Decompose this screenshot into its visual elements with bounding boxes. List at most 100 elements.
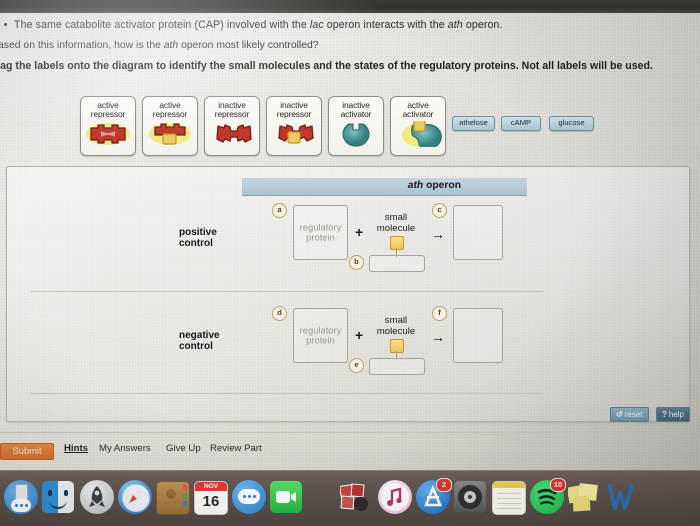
card-caption: active activator (402, 100, 434, 120)
tag-b: b (349, 255, 364, 270)
dock-item-launchpad[interactable] (80, 480, 114, 514)
question-bullet: The same catabolite activator protein (C… (4, 19, 700, 31)
operon-title-rest: operon (423, 180, 461, 191)
label-card-inactive-repressor-1[interactable]: inactive repressor (204, 96, 260, 156)
dock-item-messages-blue[interactable] (4, 480, 38, 514)
tag-c: c (432, 203, 447, 218)
row-label-negative: negative control (179, 330, 220, 352)
activator-active-icon (391, 119, 445, 149)
hints-link[interactable]: Hints (64, 443, 88, 454)
bullet-text-3: operon. (462, 19, 503, 31)
dropzone-b-small-molecule[interactable] (369, 255, 425, 272)
label-card-active-repressor-2[interactable]: active repressor (142, 96, 198, 156)
operon-title-bar: ath operon (242, 178, 527, 196)
safari-icon (118, 480, 152, 514)
bullet-text-2: operon interacts with the (323, 19, 448, 31)
bullet-text-1: The same catabolite activator protein (C… (14, 19, 310, 31)
dropzone-c-product[interactable] (453, 205, 503, 260)
photographed-screen: The same catabolite activator protein (C… (0, 0, 700, 526)
itunes-icon (378, 480, 412, 514)
footer-divider (0, 432, 700, 433)
small-molecule-label-positive: small molecule (376, 212, 416, 234)
diagram-panel: ath operon positive control a regulatory… (6, 166, 690, 422)
row-positive-control: positive control a regulatory protein + … (7, 197, 689, 285)
small-molecule-label-negative: small molecule (376, 315, 416, 337)
submit-button[interactable]: Submit (0, 443, 54, 460)
card-caption: inactive repressor (276, 100, 312, 120)
dock-item-app-store[interactable]: 2 (416, 478, 452, 514)
question-mark-icon: ? (661, 410, 667, 419)
messages-blue-icon (4, 480, 38, 514)
help-button[interactable]: ? help (655, 407, 690, 422)
bullet-dot (4, 23, 7, 26)
card-caption: active repressor (90, 100, 126, 120)
tag-f: f (432, 306, 447, 321)
activator-inactive-icon (329, 121, 383, 147)
dock-item-contacts[interactable] (156, 480, 190, 515)
question-prompt: ased on this information, how is the ath… (0, 40, 700, 51)
label-card-active-repressor-1[interactable]: active repressor (80, 96, 136, 156)
tag-d: d (272, 306, 287, 321)
repressor-active-bound-icon (143, 121, 197, 147)
tool-buttons: ↺ reset ? help (607, 404, 690, 422)
spotify-badge: 10 (550, 478, 566, 492)
facetime-icon (270, 481, 302, 513)
reset-button[interactable]: ↺ reset (610, 407, 649, 422)
notes-icon (492, 481, 526, 515)
dock-item-itunes[interactable] (378, 480, 412, 514)
system-preferences-icon (454, 481, 486, 513)
calendar-icon: NOV 16 (194, 481, 228, 515)
dock-item-notes[interactable] (492, 480, 526, 515)
row-divider (31, 291, 543, 292)
label-card-active-activator[interactable]: active activator (390, 96, 446, 156)
dock-item-photo-booth[interactable] (340, 480, 374, 514)
app-store-badge: 2 (436, 478, 452, 492)
help-label: help (668, 410, 684, 419)
arrow-negative: → (431, 329, 445, 345)
reset-label: reset (624, 410, 643, 419)
launchpad-icon (80, 480, 114, 514)
prompt-italic-ath: ath (163, 40, 179, 51)
calendar-day: 16 (202, 493, 220, 510)
plus-sign-positive: + (355, 224, 364, 240)
dropzone-e-small-molecule[interactable] (369, 358, 425, 375)
plus-sign-negative: + (355, 327, 364, 343)
dropzone-d-regulatory-protein[interactable]: regulatory protein (293, 308, 348, 363)
label-chip-athelose[interactable]: athelose (452, 116, 495, 131)
dock-item-stickies[interactable] (568, 480, 602, 514)
dock-item-word[interactable] (606, 480, 640, 514)
repressor-active-icon (81, 121, 135, 147)
bullet-italic-lac: lac (309, 19, 324, 31)
dock-item-spotify[interactable]: 10 (530, 478, 566, 514)
my-answers-link[interactable]: My Answers (99, 443, 151, 454)
reset-icon: ↺ (616, 410, 623, 419)
dock-item-safari[interactable] (118, 480, 152, 514)
label-chip-glucose[interactable]: glucose (549, 116, 594, 131)
stickies-icon (568, 481, 600, 513)
card-caption: inactive activator (340, 100, 372, 120)
screen-bezel (0, 0, 700, 13)
contacts-icon (156, 481, 190, 515)
give-up-link[interactable]: Give Up (166, 443, 201, 454)
label-chip-camp[interactable]: cAMP (501, 116, 541, 131)
row-negative-control: negative control d regulatory protein + … (7, 300, 689, 388)
dock-item-calendar[interactable]: NOV 16 (194, 480, 228, 515)
dock-item-finder[interactable] (42, 480, 76, 514)
dropzone-placeholder: regulatory protein (299, 323, 342, 346)
prompt-text-2: operon most likely controlled? (178, 40, 319, 51)
label-card-inactive-activator[interactable]: inactive activator (328, 96, 384, 156)
photo-booth-icon (340, 481, 372, 513)
dropzone-a-regulatory-protein[interactable]: regulatory protein (293, 205, 348, 260)
tag-e: e (349, 358, 364, 373)
label-bank: active repressor active repressor inacti… (0, 96, 700, 158)
dock-item-facetime[interactable] (270, 480, 304, 514)
dropzone-f-product[interactable] (453, 308, 503, 363)
dock-item-messages[interactable] (232, 480, 266, 514)
dock-item-system-preferences[interactable] (454, 480, 488, 514)
operon-title: ath operon (408, 180, 461, 191)
tag-a: a (272, 203, 287, 218)
repressor-inactive-bound-icon (267, 121, 321, 147)
card-caption: active repressor (152, 100, 188, 120)
review-part-link[interactable]: Review Part (210, 443, 262, 454)
label-card-inactive-repressor-2[interactable]: inactive repressor (266, 96, 322, 156)
